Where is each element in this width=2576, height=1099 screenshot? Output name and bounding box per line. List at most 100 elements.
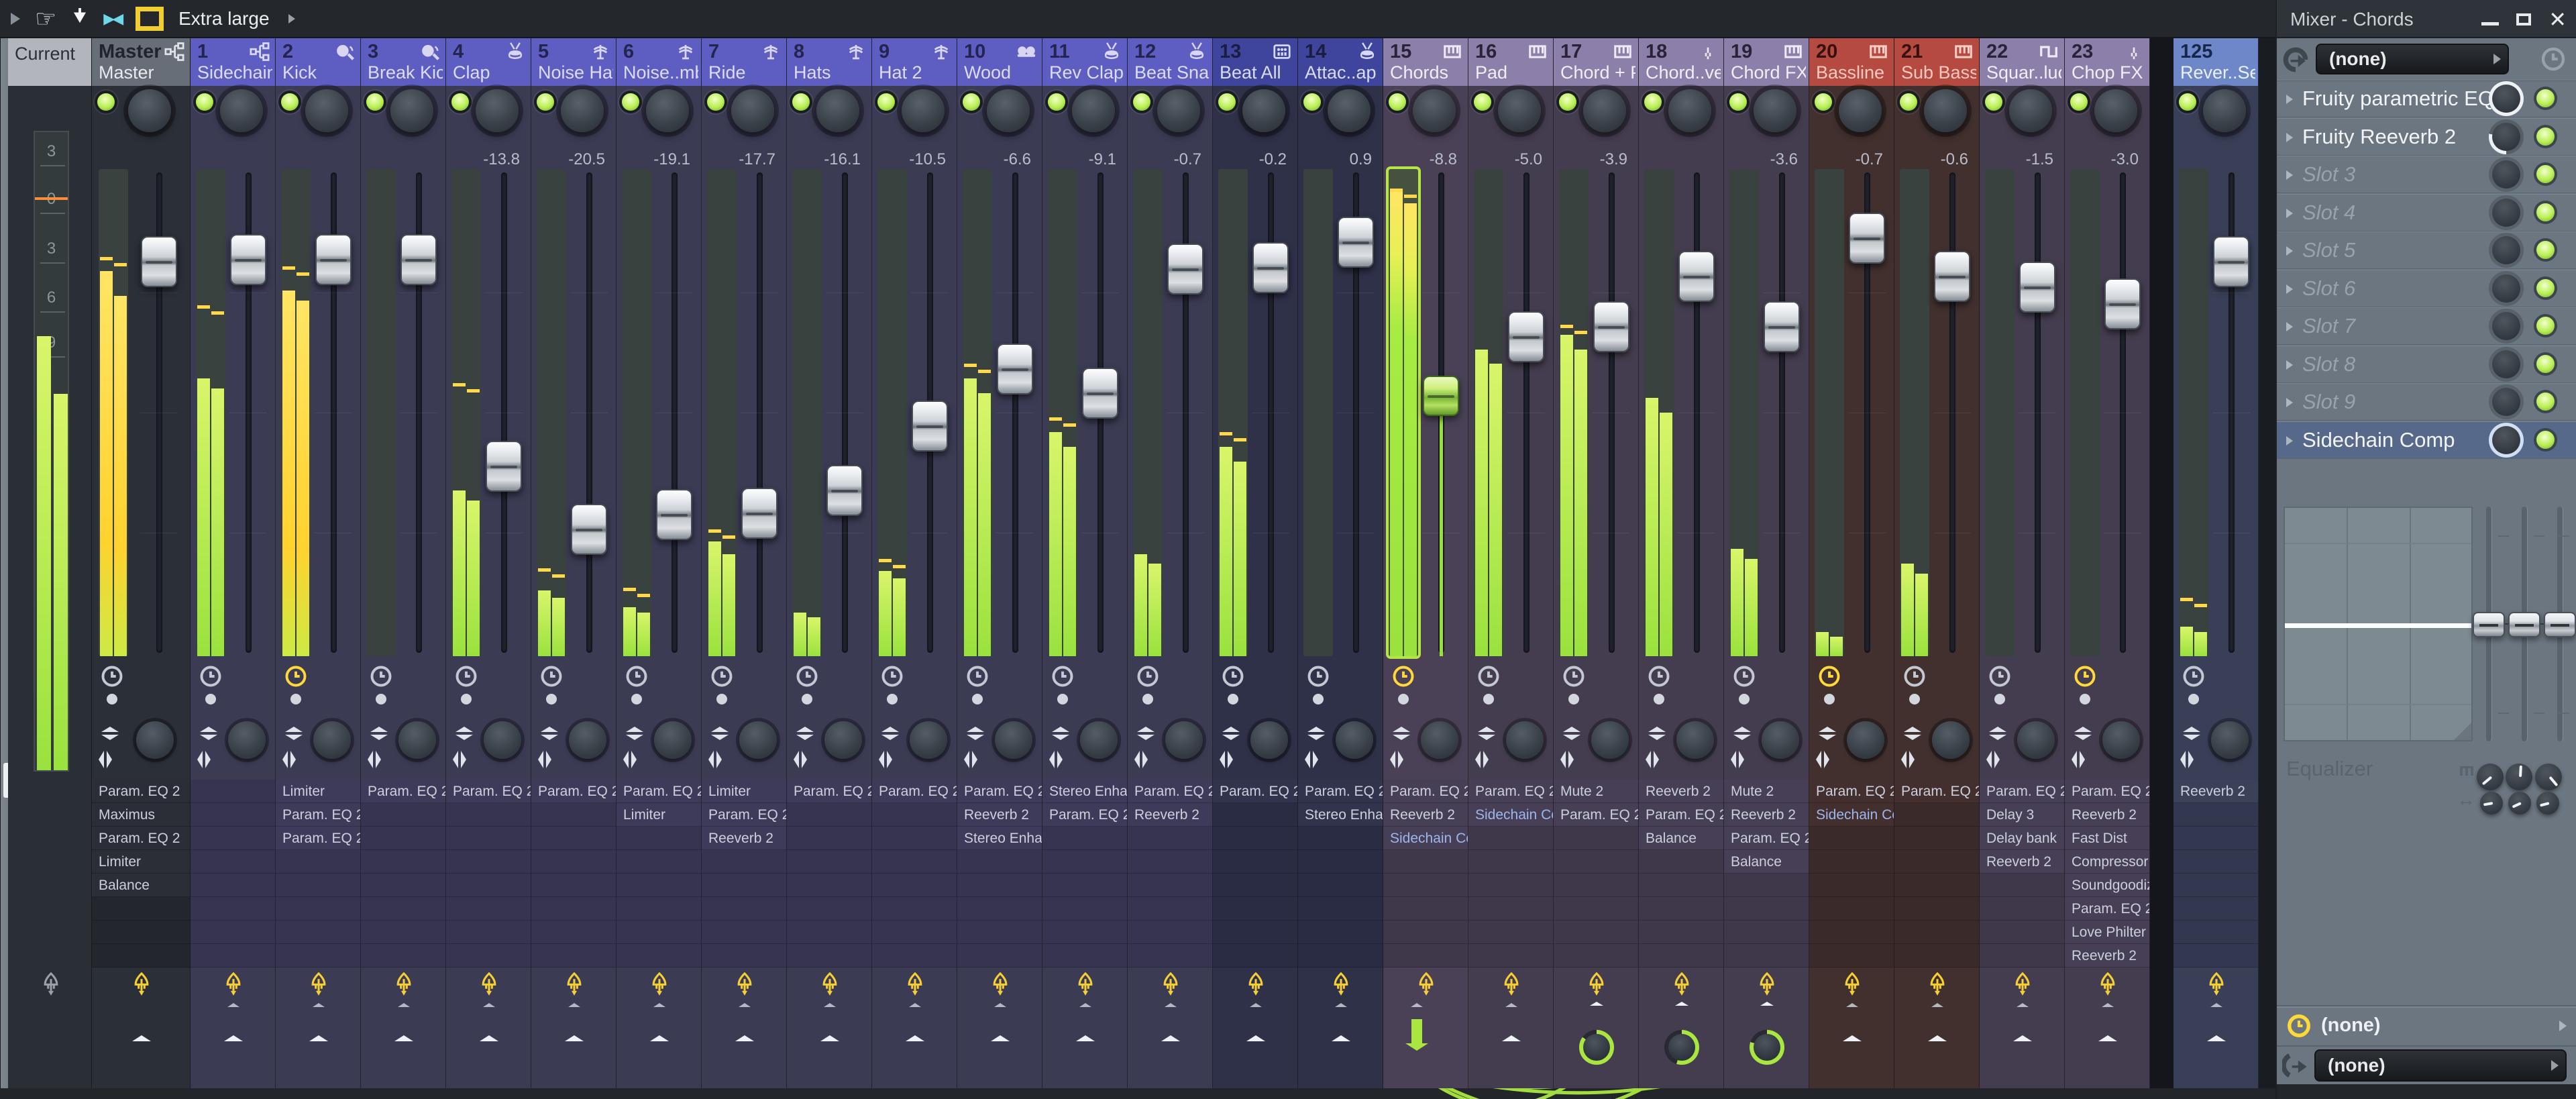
fx-slot-row[interactable]: [361, 850, 445, 874]
right-triangle-icon[interactable]: [1483, 751, 1489, 768]
fx-slot-row[interactable]: [361, 944, 445, 967]
pan-knob[interactable]: [902, 89, 945, 132]
fx-slot-row[interactable]: Param. EQ 2: [276, 803, 360, 827]
fx-slot-row[interactable]: [1809, 944, 1894, 967]
channel-header[interactable]: 1 Sidechain: [191, 38, 275, 86]
mute-led[interactable]: [1815, 93, 1832, 111]
swap-leftright-icon[interactable]: [1560, 751, 1574, 768]
fx-slot-row[interactable]: [787, 850, 871, 874]
pan-knob[interactable]: [2094, 89, 2137, 132]
right-triangle-icon[interactable]: [546, 751, 551, 768]
fx-slot-row[interactable]: [787, 874, 871, 897]
fx-slot-row[interactable]: [1213, 944, 1297, 967]
fx-slot-row[interactable]: [2174, 827, 2258, 850]
swap-updown-icon[interactable]: [1819, 727, 1836, 740]
fx-slot-row[interactable]: [1809, 850, 1894, 874]
fx-slot-row[interactable]: [446, 944, 531, 967]
swap-updown-icon[interactable]: [285, 727, 303, 740]
fx-slot-row[interactable]: [1042, 944, 1127, 967]
route-arrow-icon[interactable]: [2098, 1035, 2117, 1041]
fx-slot-row[interactable]: [361, 803, 445, 827]
pan-knob[interactable]: [1328, 89, 1371, 132]
fx-slot-row[interactable]: Stereo Enhancer: [1042, 780, 1127, 803]
down-triangle-icon[interactable]: [1904, 735, 1921, 740]
audio-output-plug-icon[interactable]: [1841, 972, 1863, 998]
audio-output-plug-icon[interactable]: [1671, 972, 1693, 998]
fx-slot-row[interactable]: Delay bank: [1980, 827, 2064, 850]
automation-clock-icon[interactable]: [1477, 664, 1501, 688]
slot-enable-led[interactable]: [2536, 89, 2555, 107]
fx-slot-row[interactable]: Balance: [92, 874, 190, 897]
route-chevron-icon[interactable]: [227, 1003, 239, 1007]
route-chevron-icon[interactable]: [824, 1003, 836, 1007]
fx-slot-row[interactable]: [872, 850, 957, 874]
mute-led[interactable]: [2070, 93, 2088, 111]
fader-handle[interactable]: [1508, 311, 1544, 362]
track-dot-indicator[interactable]: [1824, 694, 1835, 704]
eq-freq-knob-3[interactable]: [2536, 792, 2559, 815]
slot-mix-knob[interactable]: [2489, 309, 2524, 344]
stereo-separation-knob[interactable]: [1250, 721, 1288, 759]
down-triangle-icon[interactable]: [1989, 735, 2006, 740]
left-triangle-icon[interactable]: [708, 751, 714, 768]
left-triangle-icon[interactable]: [368, 751, 373, 768]
fx-slot-row[interactable]: [1213, 827, 1297, 850]
fx-slot-row[interactable]: Balance: [1724, 850, 1809, 874]
down-triangle-icon[interactable]: [370, 735, 388, 740]
swap-updown-icon[interactable]: [2074, 727, 2092, 740]
route-chevron-icon[interactable]: [1079, 1003, 1091, 1007]
right-triangle-icon[interactable]: [1994, 751, 2000, 768]
mute-led[interactable]: [451, 93, 469, 111]
swap-leftright-icon[interactable]: [1646, 751, 1659, 768]
automation-clock-icon[interactable]: [1306, 664, 1330, 688]
color-swatch-icon[interactable]: [136, 6, 164, 31]
fader-handle[interactable]: [1593, 301, 1629, 352]
mute-led[interactable]: [1048, 93, 1065, 111]
automation-clock-icon[interactable]: [1391, 664, 1415, 688]
channel-header[interactable]: 10 Wood: [957, 38, 1042, 86]
automation-clock-icon[interactable]: [454, 664, 478, 688]
swap-updown-icon[interactable]: [1478, 727, 1495, 740]
mute-led[interactable]: [877, 93, 895, 111]
fader-handle[interactable]: [826, 465, 863, 516]
route-arrow-icon[interactable]: [1246, 1035, 1265, 1041]
route-chevron-icon[interactable]: [1411, 1003, 1423, 1007]
swap-leftright-icon[interactable]: [1986, 751, 2000, 768]
pan-knob[interactable]: [220, 89, 263, 132]
effect-slot-7[interactable]: Slot 7: [2277, 307, 2576, 345]
down-triangle-icon[interactable]: [626, 735, 643, 740]
fx-slot-row[interactable]: [787, 897, 871, 921]
fx-slot-row[interactable]: [1809, 827, 1894, 850]
track-dot-indicator[interactable]: [1739, 694, 1750, 704]
fx-slot-row[interactable]: [616, 850, 701, 874]
down-triangle-icon[interactable]: [967, 735, 984, 740]
swap-leftright-icon[interactable]: [879, 751, 892, 768]
fx-slot-row[interactable]: [702, 944, 786, 967]
right-triangle-icon[interactable]: [1313, 751, 1318, 768]
fx-slot-row[interactable]: Param. EQ 2: [1724, 827, 1809, 850]
route-arrow-icon[interactable]: [480, 1035, 498, 1041]
fx-slot-row[interactable]: [1128, 897, 1212, 921]
route-arrow-icon[interactable]: [2013, 1035, 2032, 1041]
automation-clock-icon[interactable]: [1221, 664, 1245, 688]
pan-knob[interactable]: [1072, 89, 1115, 132]
fx-slot-row[interactable]: Limiter: [276, 780, 360, 803]
swap-updown-icon[interactable]: [1052, 727, 1069, 740]
mute-led[interactable]: [196, 93, 213, 111]
automation-clock-icon[interactable]: [1902, 664, 1927, 688]
fx-slot-row[interactable]: [616, 874, 701, 897]
right-triangle-icon[interactable]: [1398, 751, 1403, 768]
track-dot-indicator[interactable]: [972, 694, 983, 704]
fader-handle[interactable]: [230, 234, 266, 285]
mute-led[interactable]: [97, 93, 115, 111]
track-dot-indicator[interactable]: [2188, 694, 2199, 704]
automation-clock-icon[interactable]: [1562, 664, 1586, 688]
channel-header[interactable]: Master Master: [92, 38, 190, 86]
route-arrow-icon[interactable]: [735, 1035, 754, 1041]
automation-clock-icon[interactable]: [1647, 664, 1671, 688]
route-chevron-icon[interactable]: [1335, 1003, 1347, 1007]
fx-slot-row[interactable]: [1468, 874, 1553, 897]
channel-header[interactable]: 18Chord..verb: [1639, 38, 1723, 86]
automation-clock-icon[interactable]: [1732, 664, 1756, 688]
fx-slot-row[interactable]: [1809, 921, 1894, 944]
